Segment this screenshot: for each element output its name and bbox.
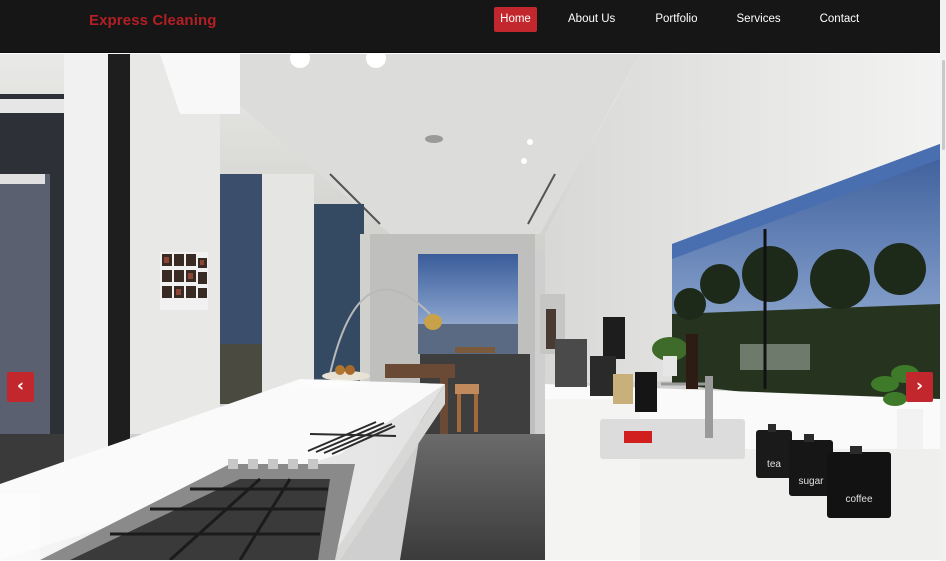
canister-label-sugar: sugar — [798, 476, 824, 487]
nav-home-link[interactable]: Home — [494, 7, 537, 32]
nav-portfolio-link[interactable]: Portfolio — [655, 7, 697, 32]
top-navbar: Express Cleaning Home About Us Portfolio… — [0, 0, 946, 53]
brand-logo-link[interactable]: Express Cleaning — [89, 12, 216, 29]
chevron-left-icon: ‹ — [16, 375, 24, 396]
nav-contact-link[interactable]: Contact — [820, 7, 860, 32]
chevron-right-icon: › — [915, 375, 923, 396]
canister-label-tea: tea — [767, 459, 781, 470]
carousel-next-button[interactable]: › — [906, 372, 933, 402]
carousel-prev-button[interactable]: ‹ — [7, 372, 34, 402]
main-nav: Home About Us Portfolio Services Contact — [494, 7, 859, 32]
nav-services-link[interactable]: Services — [737, 7, 781, 32]
scrollbar-thumb[interactable] — [942, 60, 945, 150]
nav-about-us-link[interactable]: About Us — [568, 7, 615, 32]
canister-label-coffee: coffee — [845, 494, 872, 505]
hero-carousel: tea sugar coffee ‹ › — [0, 54, 940, 560]
kitchen-slide-image: tea sugar coffee — [0, 54, 940, 560]
